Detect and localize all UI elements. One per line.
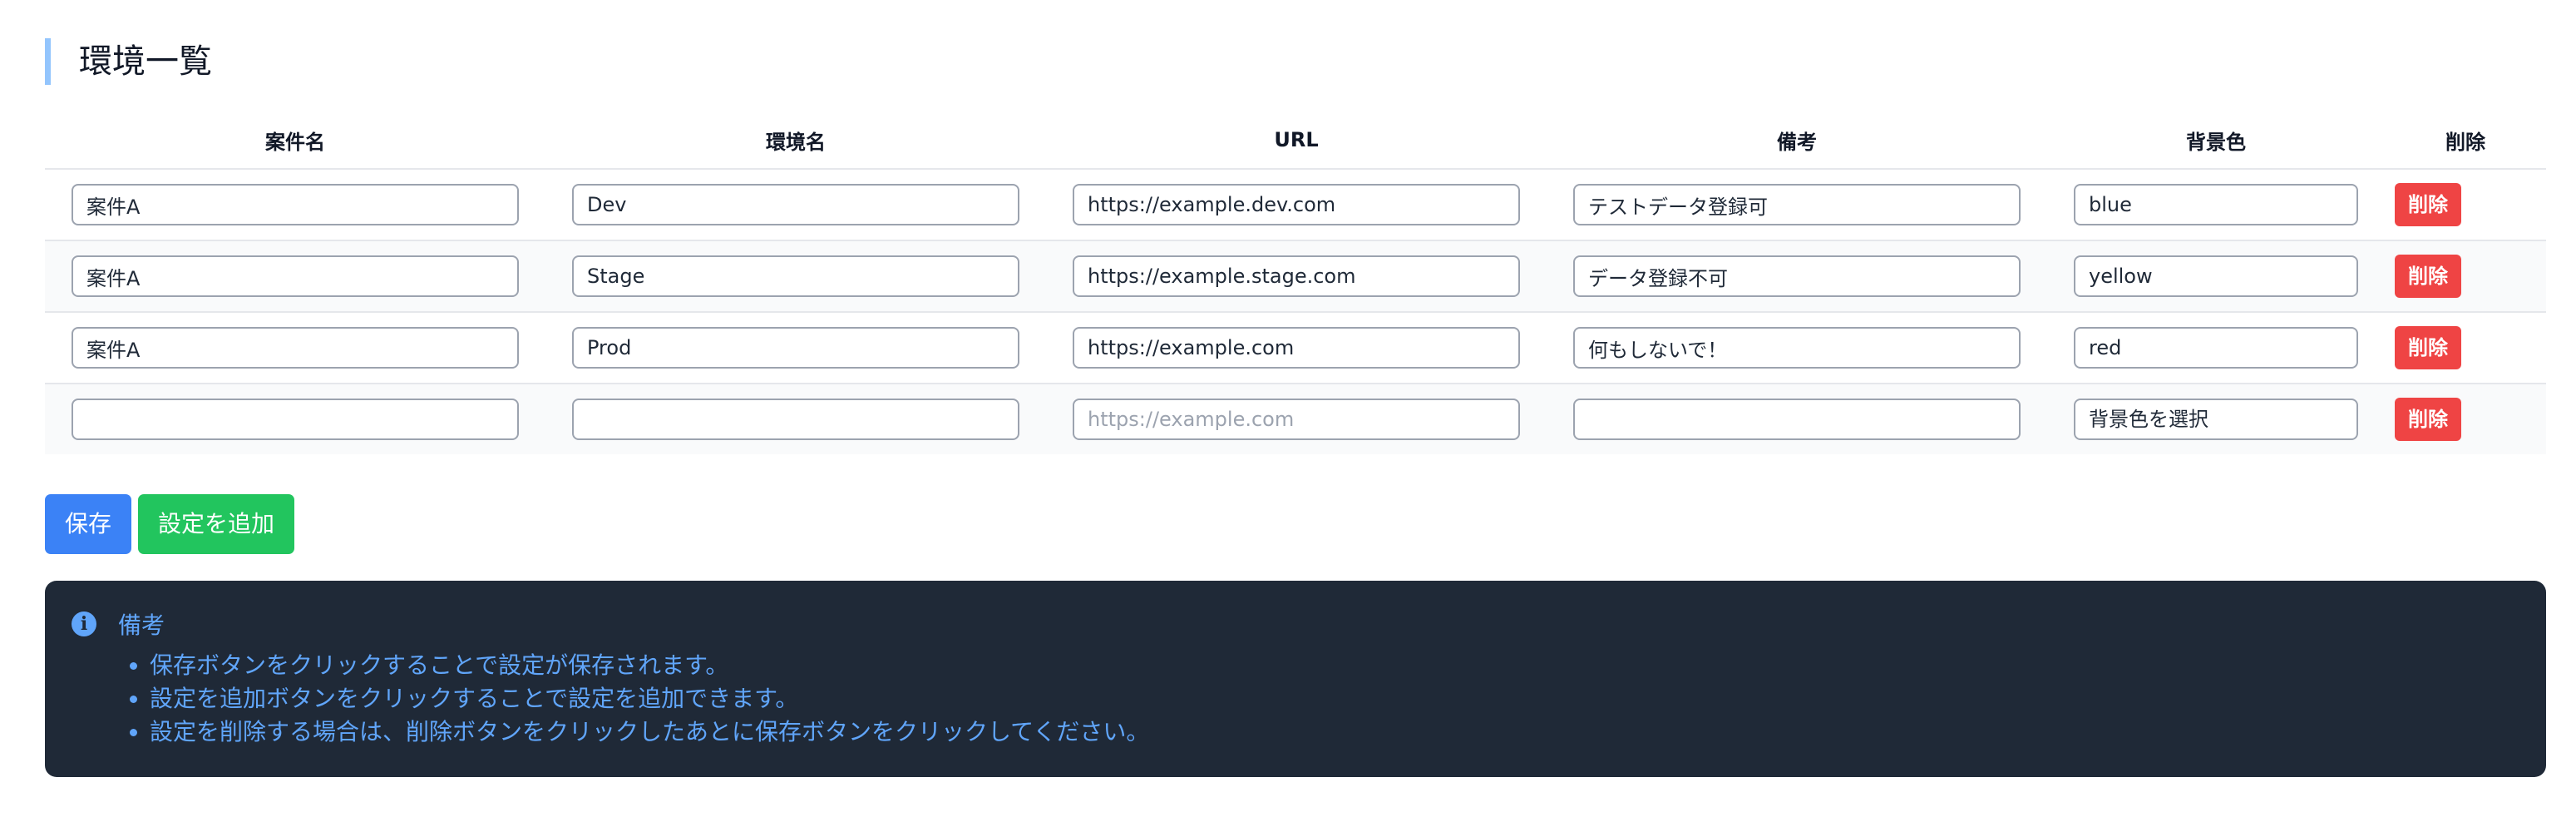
url-input[interactable] <box>1073 399 1520 440</box>
notes-list-item: 設定を削除する場合は、削除ボタンをクリックしたあとに保存ボタンをクリックしてくだ… <box>150 715 2519 749</box>
table-row: blue 削除 <box>45 169 2546 241</box>
table-header-row: 案件名 環境名 URL 備考 背景色 削除 <box>45 111 2546 170</box>
notes-input[interactable] <box>1573 327 2021 369</box>
environment-input[interactable] <box>572 184 1019 225</box>
environment-table: 案件名 環境名 URL 備考 背景色 削除 blue 削除 yellow 削除 <box>45 111 2546 454</box>
url-input[interactable] <box>1073 184 1520 225</box>
project-input[interactable] <box>72 327 519 369</box>
add-setting-button[interactable]: 設定を追加 <box>138 494 295 554</box>
header-notes: 備考 <box>1547 111 2047 170</box>
table-row: 背景色を選択 削除 <box>45 384 2546 454</box>
project-input[interactable] <box>72 184 519 225</box>
background-color-select[interactable]: yellow <box>2074 255 2358 297</box>
notes-list-item: 設定を追加ボタンをクリックすることで設定を追加できます。 <box>150 682 2519 715</box>
action-bar: 保存 設定を追加 <box>45 494 295 554</box>
notes-header: i 備考 <box>72 606 2519 642</box>
table-row: yellow 削除 <box>45 240 2546 313</box>
notes-panel: i 備考 保存ボタンをクリックすることで設定が保存されます。 設定を追加ボタンを… <box>45 581 2546 777</box>
background-color-select[interactable]: 背景色を選択 <box>2074 399 2358 440</box>
environment-input[interactable] <box>572 255 1019 297</box>
delete-button[interactable]: 削除 <box>2395 183 2461 226</box>
url-input[interactable] <box>1073 327 1520 369</box>
header-url: URL <box>1046 111 1547 170</box>
notes-title: 備考 <box>118 612 165 639</box>
environment-input[interactable] <box>572 399 1019 440</box>
url-input[interactable] <box>1073 255 1520 297</box>
project-input[interactable] <box>72 399 519 440</box>
notes-input[interactable] <box>1573 255 2021 297</box>
delete-button[interactable]: 削除 <box>2395 326 2461 369</box>
background-color-select[interactable]: red <box>2074 327 2358 369</box>
notes-list: 保存ボタンをクリックすることで設定が保存されます。 設定を追加ボタンをクリックす… <box>72 649 2519 749</box>
notes-list-item: 保存ボタンをクリックすることで設定が保存されます。 <box>150 649 2519 682</box>
environment-input[interactable] <box>572 327 1019 369</box>
header-project: 案件名 <box>45 111 545 170</box>
header-delete: 削除 <box>2385 111 2546 170</box>
save-button[interactable]: 保存 <box>45 494 132 554</box>
page-title: 環境一覧 <box>45 38 212 85</box>
project-input[interactable] <box>72 255 519 297</box>
notes-input[interactable] <box>1573 399 2021 440</box>
info-icon: i <box>72 612 96 636</box>
background-color-select[interactable]: blue <box>2074 184 2358 225</box>
header-environment: 環境名 <box>545 111 1046 170</box>
delete-button[interactable]: 削除 <box>2395 398 2461 441</box>
header-background-color: 背景色 <box>2047 111 2385 170</box>
table-row: red 削除 <box>45 312 2546 384</box>
delete-button[interactable]: 削除 <box>2395 255 2461 298</box>
notes-input[interactable] <box>1573 184 2021 225</box>
